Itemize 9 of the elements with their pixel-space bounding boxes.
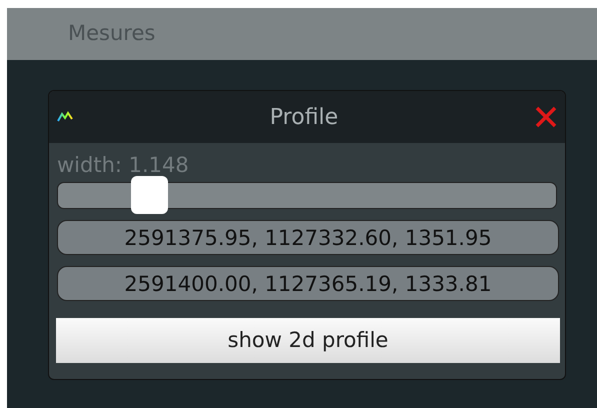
coordinate-field[interactable]: 2591400.00, 1127365.19, 1333.81 (57, 266, 559, 301)
dialog-title: Profile (268, 104, 340, 132)
chart-line-icon (57, 111, 73, 123)
show-profile-button[interactable]: show 2d profile (56, 318, 560, 363)
coordinate-field[interactable]: 2591375.95, 1127332.60, 1351.95 (57, 220, 559, 255)
close-icon[interactable] (535, 106, 557, 128)
width-label: width: 1.148 (57, 155, 190, 176)
slider-thumb[interactable] (131, 176, 168, 214)
width-slider[interactable] (57, 176, 557, 214)
